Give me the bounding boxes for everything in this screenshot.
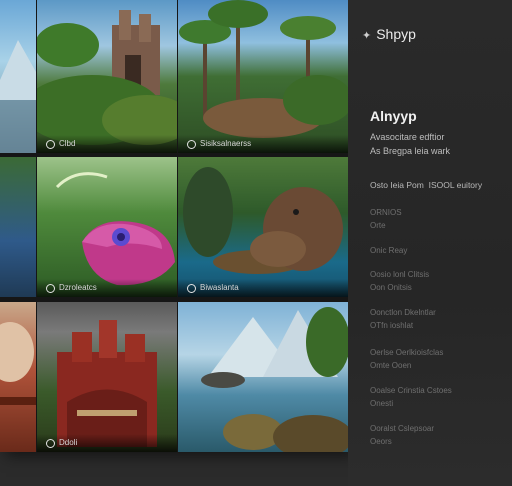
tile-pink-creature[interactable]: Dzroleatcs [37,157,177,297]
tile-jungle-temple[interactable]: Clbd [37,0,177,153]
tile-blue-forest[interactable] [0,157,36,297]
tile-caption: Ddoli [59,438,78,447]
details-subtitle: Avasocitare edftior As Bregpa leia wark [370,132,451,156]
tile-palm-forest[interactable]: Sisiksalnaerss [178,0,348,153]
details-header-row: Osto Ieia Pom ISOOL euitory [370,180,483,190]
meta-item: ORNIOS Orte [370,208,402,230]
avatar-icon [46,284,55,293]
tile-desert-canyon[interactable] [0,302,36,452]
tile-caption: Clbd [59,139,76,148]
tile-caption: Sisiksalnaerss [200,139,252,148]
avatar-icon [46,439,55,448]
meta-item: Ooalse Crinstia Cstoes Onesti [370,386,452,408]
image-gallery: Clbd Sisiksalnaerss Dzroleatcs Biwaslant… [0,0,348,452]
tile-caption: Biwaslanta [200,283,239,292]
tile-caption: Dzroleatcs [59,283,97,292]
meta-item: Oosio lonl Clitsis Oon Onitsis [370,270,430,292]
meta-item: Oonctlon Dkelntlar OTfn ioshlat [370,308,436,330]
brand-label: Shpyp [376,26,416,42]
details-title: Alnyyp [370,108,417,124]
tile-mountain-lake[interactable] [0,0,36,153]
avatar-icon [187,284,196,293]
meta-item: Ooralst Cslepsoar Oeors [370,424,435,446]
app-brand[interactable]: ✦ Shpyp [362,26,416,42]
sparkle-icon: ✦ [362,30,372,42]
avatar-icon [46,140,55,149]
meta-item: Oerlse Oerlkioisfclas Omte Ooen [370,348,444,370]
tile-red-palace[interactable]: Ddoli [37,302,177,452]
meta-item: Onic Reay [370,246,408,255]
tile-mountain-bay[interactable] [178,302,348,452]
tile-hippo-creature[interactable]: Biwaslanta [178,157,348,297]
details-panel: ✦ Shpyp Alnyyp Avasocitare edftior As Bre… [348,0,512,486]
avatar-icon [187,140,196,149]
